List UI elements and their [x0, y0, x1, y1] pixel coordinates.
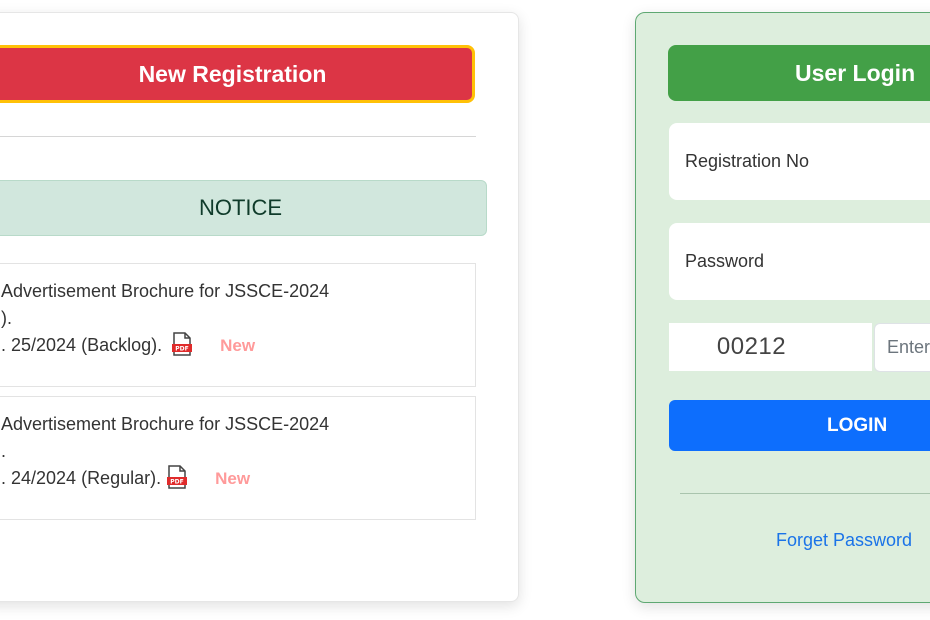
pdf-icon[interactable]: PDF [171, 332, 193, 356]
captcha-code: 00212 [669, 323, 872, 371]
forget-password-link[interactable]: Forget Password [776, 530, 912, 551]
notice-line: Advertisement Brochure for JSSCE-2024 [1, 414, 330, 434]
notice-header: NOTICE [0, 180, 487, 236]
notice-title: NOTICE [198, 195, 283, 220]
notice-item[interactable]: Advertisement Brochure for JSSCE-2024 . … [0, 396, 476, 520]
svg-text:PDF: PDF [170, 479, 183, 486]
notice-item[interactable]: Advertisement Brochure for JSSCE-2024 ).… [0, 263, 476, 387]
notice-line-text: . 25/2024 (Backlog). [1, 335, 163, 355]
notice-line-text: . 24/2024 (Regular). [1, 468, 162, 488]
login-header: User Login [668, 45, 930, 101]
login-button-label: LOGIN [827, 414, 888, 436]
captcha-input[interactable] [874, 323, 930, 372]
notice-text: Advertisement Brochure for JSSCE-2024 . … [1, 411, 329, 492]
password-input[interactable] [669, 223, 930, 300]
divider [0, 136, 476, 137]
notice-line: Advertisement Brochure for JSSCE-2024 [1, 281, 330, 301]
new-registration-button[interactable]: New Registration [0, 45, 475, 103]
notice-line: . 25/2024 (Backlog). PDF New [1, 332, 329, 359]
svg-text:PDF: PDF [175, 346, 188, 353]
login-title: User Login [795, 59, 916, 86]
pdf-icon[interactable]: PDF [166, 465, 188, 489]
divider [680, 493, 930, 494]
notice-text: Advertisement Brochure for JSSCE-2024 ).… [1, 278, 329, 359]
login-button[interactable]: LOGIN [669, 400, 930, 451]
new-badge: New [220, 336, 256, 355]
captcha-code-text: 00212 [716, 333, 787, 360]
notice-line: ). [1, 308, 12, 328]
registration-no-input[interactable] [669, 123, 930, 200]
notice-line: . 24/2024 (Regular). PDF New [1, 465, 329, 492]
new-registration-label: New Registration [138, 60, 327, 87]
notice-line: . [1, 441, 7, 461]
new-badge: New [215, 469, 251, 488]
